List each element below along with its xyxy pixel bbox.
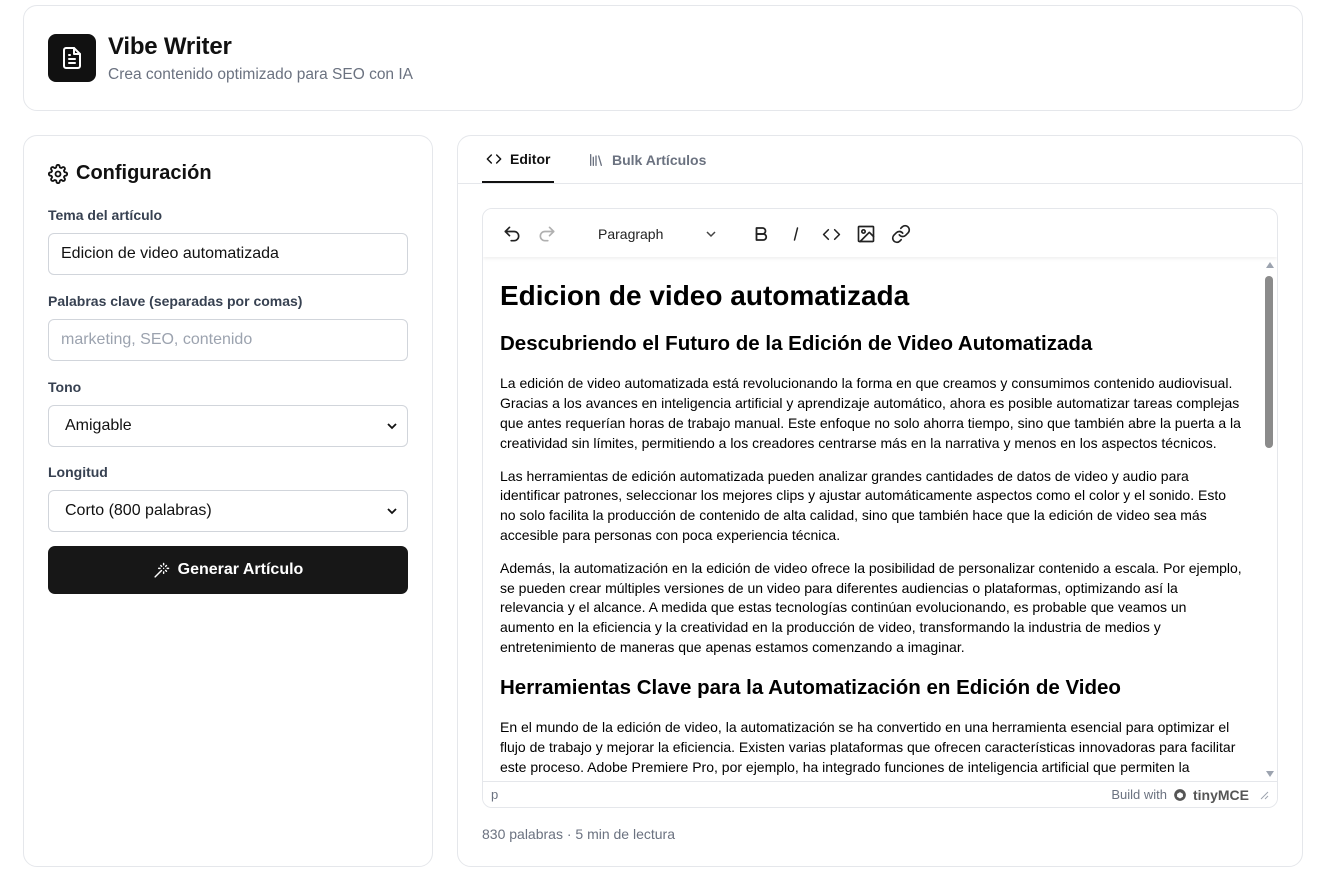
chevron-down-icon	[706, 231, 716, 238]
paragraph: La edición de video automatizada está re…	[500, 375, 1241, 451]
scroll-up-arrow-icon[interactable]	[1266, 262, 1274, 268]
tab-bar: Editor Bulk Artículos	[458, 136, 1302, 184]
word-count-stats: 830 palabras · 5 min de lectura	[482, 826, 675, 842]
config-panel: Configuración Tema del artículo Edicion …	[23, 135, 433, 867]
italic-button[interactable]	[781, 220, 811, 248]
code-icon	[486, 153, 502, 164]
brand-name: tinyMCE	[1193, 786, 1249, 803]
tone-label: Tono	[48, 379, 82, 395]
magic-wand-icon	[154, 562, 169, 578]
italic-icon	[793, 227, 799, 241]
length-select[interactable]: Corto (800 palabras)	[48, 490, 408, 532]
resize-handle-icon[interactable]	[1259, 790, 1269, 800]
image-icon	[857, 225, 875, 243]
config-heading: Configuración	[48, 162, 212, 185]
editor-scrollbar[interactable]	[1261, 259, 1277, 781]
length-select-value: Corto (800 palabras)	[65, 502, 212, 519]
library-icon	[590, 153, 602, 166]
code-button[interactable]	[816, 220, 846, 248]
generate-button-label: Generar Artículo	[177, 561, 304, 578]
app-title: Vibe Writer	[108, 33, 232, 60]
block-format-select[interactable]: Paragraph	[590, 220, 722, 248]
undo-icon	[504, 226, 520, 242]
paragraph: Las herramientas de edición automatizada…	[500, 467, 1227, 543]
keywords-label: Palabras clave (separadas por comas)	[48, 293, 303, 309]
tab-bulk-articles[interactable]: Bulk Artículos	[588, 136, 706, 183]
app-header: Vibe Writer Crea contenido optimizado pa…	[23, 5, 1303, 111]
insert-image-button[interactable]	[851, 220, 881, 248]
scroll-down-arrow-icon[interactable]	[1266, 771, 1274, 777]
tinymce-logo-icon	[1174, 788, 1186, 801]
element-path[interactable]: p	[491, 787, 498, 802]
bold-icon	[755, 227, 768, 241]
block-format-value: Paragraph	[598, 226, 664, 242]
section-heading: Herramientas Clave para la Automatizació…	[500, 675, 1121, 699]
editor-content[interactable]: Edicion de video automatizada Descubrien…	[483, 259, 1261, 781]
paragraph: Además, la automatización en la edición …	[500, 560, 1242, 655]
document-logo-icon	[48, 34, 96, 82]
chevron-down-icon	[387, 423, 397, 430]
brand-prefix: Build with	[1111, 787, 1167, 802]
bold-button[interactable]	[746, 220, 776, 248]
config-heading-label: Configuración	[76, 162, 212, 184]
link-icon	[891, 224, 911, 244]
undo-button[interactable]	[497, 220, 527, 248]
scrollbar-thumb[interactable]	[1265, 276, 1273, 448]
editor-panel: Editor Bulk Artículos Paragraph Edicion …	[457, 135, 1303, 867]
gear-icon	[48, 163, 68, 184]
editor-statusbar: p Build with tinyMCE	[483, 781, 1277, 807]
paragraph: En el mundo de la edición de video, la a…	[500, 719, 1236, 775]
tone-select-value: Amigable	[65, 417, 132, 434]
topic-label: Tema del artículo	[48, 207, 163, 223]
app-subtitle: Crea contenido optimizado para SEO con I…	[108, 66, 414, 83]
insert-link-button[interactable]	[886, 220, 916, 248]
editor-toolbar: Paragraph	[483, 209, 1277, 257]
length-label: Longitud	[48, 464, 108, 480]
chevron-down-icon	[387, 508, 397, 515]
tab-editor-label: Editor	[510, 150, 551, 167]
code-icon	[822, 228, 840, 240]
tab-bulk-label: Bulk Artículos	[612, 151, 707, 168]
redo-button[interactable]	[532, 220, 562, 248]
keywords-input[interactable]: marketing, SEO, contenido	[48, 319, 408, 361]
tab-editor[interactable]: Editor	[482, 136, 555, 183]
rich-text-editor: Paragraph Edicion de video automatizada …	[482, 208, 1278, 808]
article-title: Edicion de video automatizada	[500, 280, 910, 311]
section-heading: Descubriendo el Futuro de la Edición de …	[500, 331, 1093, 355]
topic-input[interactable]: Edicion de video automatizada	[48, 233, 408, 275]
tinymce-branding[interactable]: Build with tinyMCE	[1111, 787, 1269, 803]
tone-select[interactable]: Amigable	[48, 405, 408, 447]
generate-article-button[interactable]: Generar Artículo	[48, 546, 408, 594]
redo-icon	[539, 226, 555, 242]
